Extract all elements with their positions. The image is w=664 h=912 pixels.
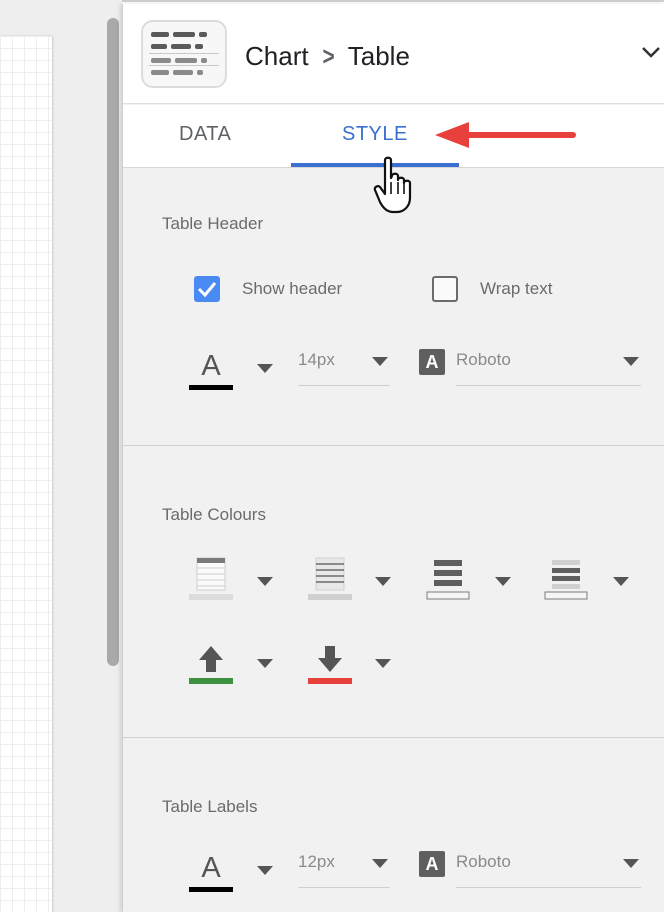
wrap-text-checkbox[interactable]: [432, 276, 458, 302]
breadcrumb-separator: >: [322, 40, 335, 71]
panel-header: Chart > Table: [123, 4, 664, 104]
font-size-value: 12px: [298, 852, 335, 871]
table-chart-icon[interactable]: [141, 20, 227, 88]
wrap-text-label: Wrap text: [480, 279, 553, 298]
breadcrumb-chart[interactable]: Chart: [245, 41, 309, 72]
properties-panel: Chart > Table DATA STYLE Table Header Sh…: [122, 4, 664, 912]
chevron-down-icon: [372, 357, 388, 366]
font-color-swatch: [189, 385, 233, 390]
positive-arrow-color-icon[interactable]: [189, 644, 233, 684]
chevron-down-icon[interactable]: [375, 659, 391, 668]
checkmark-icon: [197, 282, 217, 298]
font-size-select[interactable]: 14px: [298, 350, 390, 386]
font-color-dropdown-icon[interactable]: [257, 364, 273, 373]
chevron-down-icon[interactable]: [641, 42, 661, 62]
font-color-swatch: [189, 887, 233, 892]
font-family-value: Roboto: [456, 852, 511, 871]
section-title-table-labels: Table Labels: [162, 797, 258, 816]
hand-cursor-icon: [373, 156, 412, 214]
font-size-select[interactable]: 12px: [298, 852, 390, 888]
section-divider: [123, 737, 664, 738]
breadcrumb-table: Table: [347, 40, 410, 71]
chevron-down-icon: [372, 859, 388, 868]
font-family-icon: A: [419, 851, 445, 877]
font-color-dropdown-icon[interactable]: [257, 866, 273, 875]
font-family-icon: A: [419, 349, 445, 375]
annotation-arrow-icon: [435, 122, 576, 148]
show-header-label: Show header: [242, 279, 343, 298]
show-header-checkbox[interactable]: [194, 276, 220, 302]
border-color-icon[interactable]: [426, 556, 470, 600]
section-divider: [123, 445, 664, 446]
chart-type-breadcrumb: Chart > Table: [245, 38, 410, 74]
negative-arrow-color-icon[interactable]: [308, 644, 352, 684]
chevron-down-icon: [623, 859, 639, 868]
font-color-icon[interactable]: A: [189, 350, 233, 390]
chevron-down-icon[interactable]: [257, 577, 273, 586]
font-family-select[interactable]: Roboto: [456, 350, 641, 386]
section-title-table-header: Table Header: [162, 214, 264, 233]
table-cell-background-icon[interactable]: [308, 556, 352, 600]
report-page[interactable]: [0, 36, 52, 912]
chevron-down-icon[interactable]: [495, 577, 511, 586]
chevron-down-icon[interactable]: [257, 659, 273, 668]
font-color-icon[interactable]: A: [189, 852, 233, 892]
chevron-down-icon[interactable]: [613, 577, 629, 586]
chevron-down-icon[interactable]: [375, 577, 391, 586]
tab-data[interactable]: DATA: [179, 123, 231, 146]
canvas-scrollbar[interactable]: [107, 18, 119, 666]
tab-style[interactable]: STYLE: [342, 123, 408, 146]
font-family-select[interactable]: Roboto: [456, 852, 641, 888]
header-background-icon[interactable]: [189, 556, 233, 600]
odd-row-color-icon[interactable]: [544, 556, 588, 600]
chevron-down-icon: [623, 357, 639, 366]
font-family-value: Roboto: [456, 350, 511, 369]
font-size-value: 14px: [298, 350, 335, 369]
section-title-table-colours: Table Colours: [162, 505, 266, 524]
